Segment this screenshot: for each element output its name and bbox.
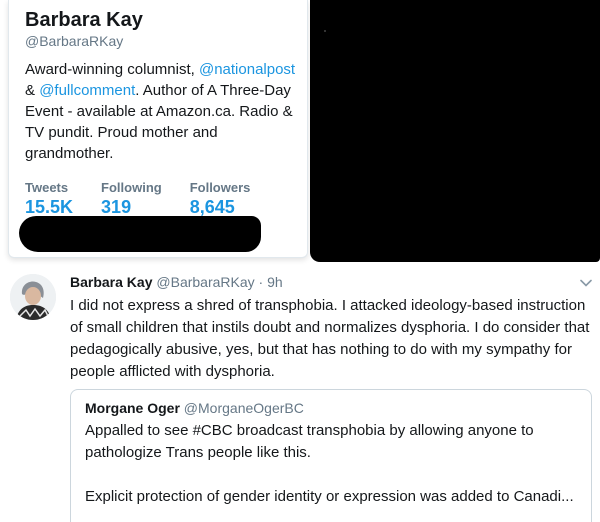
tweet-separator: · <box>254 274 268 290</box>
stat-followers-value: 8,645 <box>189 197 235 217</box>
stat-following[interactable]: Following 319 <box>101 180 162 218</box>
quoted-text-paragraph-1: Appalled to see #CBC broadcast transphob… <box>85 422 534 461</box>
stat-followers[interactable]: Followers 8,645 <box>190 180 251 218</box>
quoted-tweet[interactable]: Morgane Oger @MorganeOgerBC Appalled to … <box>70 389 592 522</box>
redaction-block <box>310 0 600 262</box>
profile-name[interactable]: Barbara Kay <box>25 8 293 32</box>
stat-followers-label: Followers <box>189 180 251 195</box>
quoted-tweet-header: Morgane Oger @MorganeOgerBC <box>85 400 579 416</box>
bio-link-fullcomment[interactable]: @fullcomment <box>39 82 135 99</box>
tweet-header: Barbara Kay @BarbaraRKay · 9h <box>70 274 283 290</box>
stat-following-label: Following <box>101 180 162 195</box>
profile-hover-card: Barbara Kay @BarbaraRKay Award-winning c… <box>8 0 308 258</box>
profile-stats: Tweets 15.5K Following 319 Followers 8,6… <box>25 180 293 218</box>
tweet[interactable]: Barbara Kay @BarbaraRKay · 9h I did not … <box>0 262 600 522</box>
stat-following-value: 319 <box>101 197 132 217</box>
profile-handle[interactable]: @BarbaraRKay <box>25 33 293 49</box>
avatar[interactable] <box>10 274 56 320</box>
bio-link-nationalpost[interactable]: @nationalpost <box>199 61 295 78</box>
tweet-author-name[interactable]: Barbara Kay <box>70 274 153 290</box>
quoted-author-handle: @MorganeOgerBC <box>183 400 304 416</box>
stat-tweets-value: 15.5K <box>25 197 74 217</box>
screenshot-stage: Barbara Kay @BarbaraRKay Award-winning c… <box>0 0 600 522</box>
quoted-author-name: Morgane Oger <box>85 400 180 416</box>
quoted-tweet-text: Appalled to see #CBC broadcast transphob… <box>85 420 579 508</box>
avatar-image <box>10 274 56 320</box>
bio-text-prefix: Award-winning columnist, <box>25 61 199 78</box>
stat-tweets-label: Tweets <box>25 180 69 195</box>
tweet-author-handle[interactable]: @BarbaraRKay <box>156 274 254 290</box>
profile-bio: Award-winning columnist, @nationalpost &… <box>25 59 305 164</box>
card-redaction-mark <box>19 216 261 252</box>
stat-tweets[interactable]: Tweets 15.5K <box>25 180 73 218</box>
chevron-down-icon[interactable] <box>580 276 592 288</box>
tweet-text: I did not express a shred of transphobia… <box>70 297 590 380</box>
quoted-text-paragraph-2: Explicit protection of gender identity o… <box>85 488 574 505</box>
bio-text-middle: & <box>25 82 40 99</box>
tweet-timestamp[interactable]: 9h <box>267 274 283 290</box>
